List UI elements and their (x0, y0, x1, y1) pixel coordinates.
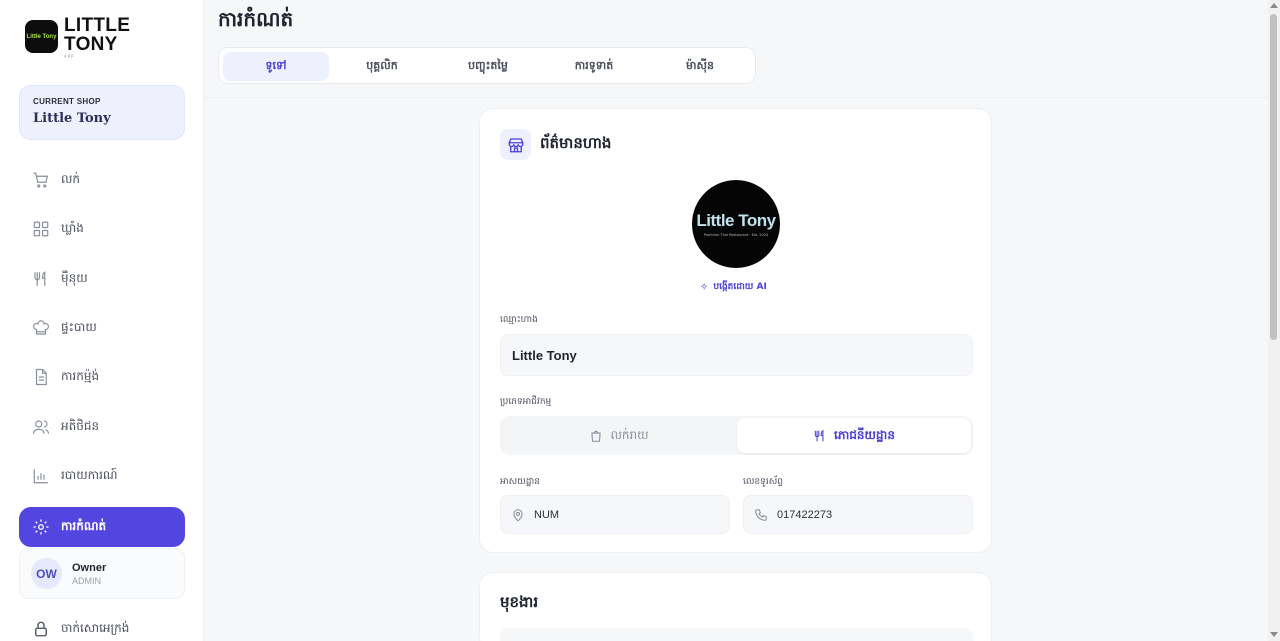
header-divider (204, 97, 1268, 98)
current-shop-label: CURRENT SHOP (33, 97, 101, 106)
phone-value: 017422273 (777, 508, 833, 521)
brand-logo-text: Little Tony (26, 33, 57, 40)
sidebar-item-settings[interactable]: ការកំណត់ (19, 507, 185, 547)
brand[interactable]: Little Tony LITTLE TONY APP (25, 16, 144, 59)
sidebar-item-orders[interactable]: ការកម្ម៉ង់ (19, 357, 185, 397)
scroll-thumb[interactable] (1270, 14, 1277, 340)
address-label: អាសយដ្ឋាន (500, 477, 540, 487)
store-name-label: ឈ្មោះហាង (500, 315, 538, 325)
scroll-up-arrow[interactable] (1270, 3, 1278, 8)
sidebar-item-label: អតិថិជន (61, 419, 100, 433)
business-type-label: ប្រភេទអាជីវកម្ម (500, 397, 552, 407)
page-scrollbar[interactable] (1268, 0, 1280, 641)
utensils-icon (813, 429, 827, 443)
sidebar-item-label: ឃ្លាំង (61, 221, 84, 235)
business-type-retail[interactable]: លក់រាយ (502, 418, 736, 453)
avatar: OW (31, 558, 62, 589)
current-shop-card[interactable]: CURRENT SHOP Little Tony (19, 85, 185, 140)
generate-ai-button[interactable]: ✧ បង្កើតដោយ AI (700, 281, 767, 294)
tab-devices[interactable]: ម៉ាស៊ីន (647, 52, 753, 81)
brand-name: LITTLE TONY (64, 15, 131, 55)
cart-icon (32, 171, 50, 189)
sidebar: Little Tony LITTLE TONY APP CURRENT SHOP… (0, 0, 204, 641)
users-icon (32, 418, 50, 436)
generate-ai-label: បង្កើតដោយ AI (713, 282, 767, 292)
phone-input[interactable]: 017422273 (743, 495, 973, 534)
page-title: ការកំណត់ (218, 7, 294, 31)
brand-logo: Little Tony (25, 20, 58, 53)
sparkle-icon: ✧ (700, 282, 709, 293)
store-logo-title: Little Tony (696, 211, 776, 230)
user-name: Owner (72, 561, 107, 574)
lock-screen-label: ចាក់សោអេក្រង់ (61, 621, 130, 635)
scroll-down-arrow[interactable] (1270, 632, 1278, 637)
sidebar-item-sell[interactable]: លក់ (19, 160, 185, 200)
address-input[interactable]: NUM (500, 495, 730, 534)
sidebar-item-customers[interactable]: អតិថិជន (19, 407, 185, 447)
business-type-restaurant-label: ភោជនីយដ្ឋាន (834, 427, 895, 442)
store-name-input[interactable]: Little Tony (500, 334, 973, 376)
tab-discounts[interactable]: បញ្ចុះតម្លៃ (435, 52, 541, 81)
settings-tabs: ទូទៅ បុគ្គលិក បញ្ចុះតម្លៃ ការទូទាត់ ម៉ាស… (218, 47, 756, 84)
business-type-retail-label: លក់រាយ (610, 427, 649, 442)
address-value: NUM (534, 508, 560, 521)
business-type-restaurant[interactable]: ភោជនីយដ្ឋាន (737, 418, 971, 453)
utensils-icon (32, 270, 50, 288)
sidebar-item-label: ការកម្ម៉ង់ (61, 369, 100, 383)
store-logo[interactable]: Little Tony Premium Thai Restaurant · Es… (692, 180, 780, 268)
sidebar-item-label: ផ្ទះបាយ (61, 320, 97, 334)
features-title: មុខងារ (500, 593, 539, 611)
store-info-title: ព័ត៌មានហាង (540, 133, 612, 152)
gear-icon (32, 518, 50, 536)
lock-screen-button[interactable]: ចាក់សោអេក្រង់ (32, 620, 129, 638)
store-icon (500, 129, 531, 160)
phone-icon (754, 508, 768, 522)
map-pin-icon (511, 508, 525, 522)
tab-general[interactable]: ទូទៅ (223, 52, 329, 81)
phone-label: លេខទូរស័ព្ទ (743, 477, 783, 487)
sidebar-item-kitchen[interactable]: ផ្ទះបាយ (19, 308, 185, 348)
sidebar-item-label: លក់ (61, 172, 81, 186)
sidebar-item-reports[interactable]: របាយការណ៍ (19, 456, 185, 496)
sidebar-item-label: ម៉ឺនុយ (61, 271, 88, 285)
tab-staff[interactable]: បុគ្គលិក (329, 52, 435, 81)
user-card[interactable]: OW Owner ADMIN (19, 548, 185, 599)
sidebar-item-menu[interactable]: ម៉ឺនុយ (19, 259, 185, 299)
document-icon (32, 368, 50, 386)
store-info-card: ព័ត៌មានហាង Little Tony Premium Thai Rest… (479, 108, 992, 553)
lock-icon (32, 620, 50, 638)
shopping-bag-icon (589, 429, 603, 443)
current-shop-name: Little Tony (33, 111, 111, 126)
store-logo-subtitle: Premium Thai Restaurant · Est. 2024 (703, 233, 769, 237)
bar-chart-icon (32, 467, 50, 485)
features-card: មុខងារ (479, 572, 992, 641)
business-type-selector: លក់រាយ ភោជនីយដ្ឋាន (500, 416, 973, 455)
features-field[interactable] (500, 628, 973, 641)
sidebar-item-inventory[interactable]: ឃ្លាំង (19, 209, 185, 249)
sidebar-item-label: ការកំណត់ (61, 519, 107, 533)
tab-payments[interactable]: ការទូទាត់ (541, 52, 647, 81)
user-role: ADMIN (72, 575, 101, 586)
sidebar-item-label: របាយការណ៍ (61, 468, 118, 482)
grid-icon (32, 220, 50, 238)
chef-hat-icon (32, 319, 50, 337)
